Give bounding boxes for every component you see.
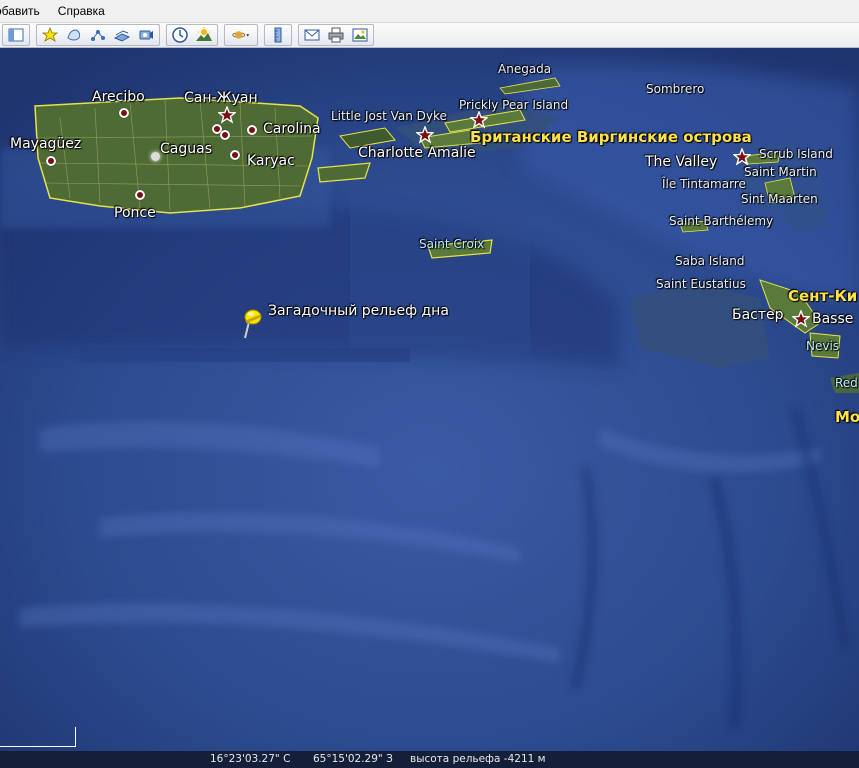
country-label-saint-kitts[interactable]: Сент-Ки xyxy=(788,287,857,305)
place-label-basseterre[interactable]: Basse xyxy=(812,311,853,327)
place-label-charlotte-amalie[interactable]: Charlotte Amalie xyxy=(358,145,476,161)
city-dot-carolina[interactable] xyxy=(247,125,257,135)
tour-record-icon[interactable] xyxy=(134,25,158,45)
capital-star-icon-the-valley[interactable] xyxy=(733,148,751,166)
place-label-saint-eustatius[interactable]: Saint Eustatius xyxy=(656,277,746,291)
place-label-saint-martin[interactable]: Saint Martin xyxy=(744,165,817,179)
historical-imagery-icon[interactable] xyxy=(168,25,192,45)
city-dot-mayaguez[interactable] xyxy=(46,156,56,166)
place-label-redonda[interactable]: Red xyxy=(835,376,858,390)
status-longitude: 65°15'02.29" З xyxy=(313,753,393,765)
place-label-ile-tintamarre[interactable]: Île Tintamarre xyxy=(662,177,746,191)
toolbar-group-share xyxy=(298,24,374,46)
city-dot-ponce[interactable] xyxy=(135,190,145,200)
menu-help[interactable]: Справка xyxy=(58,4,113,18)
menu-add[interactable]: обавить xyxy=(0,4,48,18)
place-label-arecibo[interactable]: Arecibo xyxy=(92,89,145,105)
country-label-montserrat[interactable]: Мо xyxy=(835,408,859,426)
city-dot-arecibo[interactable] xyxy=(119,108,129,118)
scale-legend xyxy=(0,727,76,747)
capital-star-icon-basseterre[interactable] xyxy=(792,310,810,328)
place-label-mayaguez[interactable]: Mayagüez xyxy=(10,136,81,152)
city-dot-san-juan-area-2[interactable] xyxy=(220,130,230,140)
city-dot-karyak[interactable] xyxy=(230,150,240,160)
capital-star-icon-road-town[interactable] xyxy=(470,111,488,129)
sunlight-icon[interactable] xyxy=(192,25,216,45)
status-elevation: высота рельефа -4211 м xyxy=(410,753,546,765)
place-label-san-juan[interactable]: Сан-Жуан xyxy=(184,90,258,106)
capital-star-icon-charlotte-amalie[interactable] xyxy=(416,126,434,144)
place-label-saint-barthelemy[interactable]: Saint Barthélemy xyxy=(669,214,773,228)
place-label-anegada[interactable]: Anegada xyxy=(498,62,551,76)
place-label-the-valley[interactable]: The Valley xyxy=(645,154,717,170)
ruler-icon[interactable] xyxy=(266,25,290,45)
place-label-karyak[interactable]: Karyac xyxy=(247,153,295,169)
menu-bar: обавить Справка xyxy=(0,0,859,22)
place-label-ponce[interactable]: Ponce xyxy=(114,205,156,221)
capital-star-icon-san-juan[interactable] xyxy=(218,106,236,124)
place-label-little-jost-van-dyke[interactable]: Little Jost Van Dyke xyxy=(331,109,447,123)
toolbar xyxy=(0,22,859,48)
city-dot-caguas[interactable] xyxy=(151,152,160,161)
image-overlay-add-icon[interactable] xyxy=(110,25,134,45)
place-label-sombrero[interactable]: Sombrero xyxy=(646,82,704,96)
place-label-saint-croix[interactable]: Saint Croix xyxy=(419,237,484,251)
status-bar: 16°23'03.27" С 65°15'02.29" З высота рел… xyxy=(0,751,859,768)
toolbar-group-sidebar xyxy=(2,24,30,46)
planet-switch-icon[interactable] xyxy=(226,25,256,45)
toolbar-group-ruler xyxy=(264,24,292,46)
polygon-add-icon[interactable] xyxy=(62,25,86,45)
toolbar-group-view xyxy=(166,24,218,46)
toolbar-group-add xyxy=(36,24,160,46)
pushpin-icon[interactable] xyxy=(236,304,268,340)
place-label-scrub-island[interactable]: Scrub Island xyxy=(759,147,833,161)
place-label-nevis[interactable]: Nevis xyxy=(806,339,839,353)
map-view[interactable]: Arecibo Сан-Жуан Carolina Mayagüez Cagua… xyxy=(0,48,859,751)
place-label-carolina[interactable]: Carolina xyxy=(263,121,321,137)
placemark-add-icon[interactable] xyxy=(38,25,62,45)
place-label-caguas[interactable]: Caguas xyxy=(160,141,212,157)
sidebar-toggle-icon[interactable] xyxy=(4,25,28,45)
toolbar-group-planet xyxy=(224,24,258,46)
save-image-icon[interactable] xyxy=(348,25,372,45)
placemark-label[interactable]: Загадочный рельеф дна xyxy=(268,303,449,319)
place-label-baster[interactable]: Бастер xyxy=(732,307,784,323)
status-latitude: 16°23'03.27" С xyxy=(210,753,291,765)
print-icon[interactable] xyxy=(324,25,348,45)
place-label-prickly-pear-island[interactable]: Prickly Pear Island xyxy=(459,98,568,112)
country-label-bvi[interactable]: Британские Виргинские острова xyxy=(470,128,752,146)
place-label-saba-island[interactable]: Saba Island xyxy=(675,254,744,268)
email-icon[interactable] xyxy=(300,25,324,45)
path-add-icon[interactable] xyxy=(86,25,110,45)
place-label-sint-maarten[interactable]: Sint Maarten xyxy=(741,192,818,206)
